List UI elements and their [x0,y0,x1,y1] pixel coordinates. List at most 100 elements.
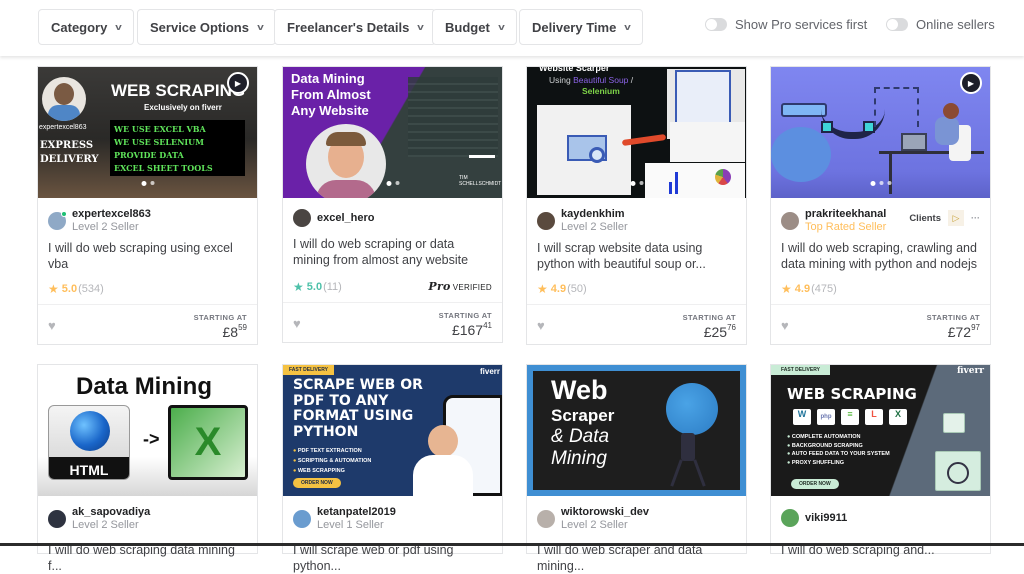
gig-title[interactable]: I will do web scraping, crawling and dat… [771,234,990,276]
seller-name[interactable]: excel_hero [317,212,374,225]
thumb-bullet: EXCEL SHEET TOOLS [114,162,241,175]
toggle-pro-services[interactable]: Show Pro services first [705,17,867,32]
avatar[interactable] [781,509,799,527]
star-icon: ★ [537,282,548,296]
carousel-dots[interactable] [870,181,891,186]
seller-name[interactable]: prakriteekhanal [805,208,886,221]
avatar[interactable] [48,212,66,230]
thumb-heading: Data Mining [76,373,212,401]
gig-card[interactable]: expertexcel863 EXPRESS DELIVERY WEB SCRA… [37,66,258,345]
filter-budget[interactable]: Budgetv [432,9,517,45]
seller-photo [42,77,86,121]
seller-name[interactable]: wiktorowski_dev [561,506,649,519]
gig-card[interactable]: Data Mining From Almost Any Website TIM … [282,66,503,343]
thumb-sub-a: Beautiful Soup [573,75,628,85]
thumb-brand: fiverr [957,366,984,376]
html-label: HTML [49,462,129,478]
seller-info: ketanpatel2019 Level 1 Seller [283,496,502,532]
filter-freelancers-details[interactable]: Freelancer's Detailsv [274,9,436,45]
thumb-bullets: ● COMPLETE AUTOMATION ● BACKGROUND SCRAP… [787,433,890,467]
review-count: (534) [78,283,104,295]
gig-title[interactable]: I will do web scraping data mining f... [38,532,257,574]
seller-name[interactable]: viki9911 [805,512,847,525]
tech-logo-row: W php ≡ L X [793,409,907,425]
avatar[interactable] [781,212,799,230]
starting-at-label: STARTING AT [439,311,492,320]
seller-name[interactable]: ketanpatel2019 [317,506,396,519]
filter-service-options[interactable]: Service Options v [137,9,276,45]
laravel-icon: L [865,409,883,425]
play-video-icon[interactable]: ▶ [960,72,982,94]
thumb-bullet: BACKGROUND SCRAPING [792,443,863,449]
gig-thumbnail[interactable]: ▶ [771,67,990,198]
heart-icon[interactable]: ♥ [537,318,545,333]
gig-card[interactable]: FAST DELIVERY fiverr WEB SCRAPING W php … [770,364,991,554]
gig-thumbnail[interactable]: FAST DELIVERY fiverr SCRAPE WEB OR PDF T… [283,365,502,496]
avatar[interactable] [537,212,555,230]
filter-label: Service Options [150,20,249,35]
gig-thumbnail[interactable]: expertexcel863 EXPRESS DELIVERY WEB SCRA… [38,67,257,198]
gig-thumbnail[interactable]: Data Mining From Almost Any Website TIM … [283,67,502,198]
gig-footer: ♥ STARTING AT £7297 [771,304,990,344]
thumb-heading-line: Web [551,377,608,404]
heart-icon[interactable]: ♥ [48,318,56,333]
gig-card[interactable]: Data Mining HTML -> X ak_sapovadiya Leve… [37,364,258,554]
price-cents: 76 [727,323,736,332]
chevron-down-icon: v [257,22,264,32]
pro-badge-label: VERIFIED [453,283,492,292]
toggle-online-sellers[interactable]: Online sellers [886,17,995,32]
gig-thumbnail[interactable]: Data Mining HTML -> X [38,365,257,496]
seller-name[interactable]: ak_sapovadiya [72,506,150,519]
gig-card[interactable]: FAST DELIVERY fiverr SCRAPE WEB OR PDF T… [282,364,503,554]
gig-thumbnail[interactable]: FAST DELIVERY fiverr WEB SCRAPING W php … [771,365,990,496]
thumb-subheading: Exclusively on fiverr [144,103,222,112]
avatar[interactable] [48,510,66,528]
gig-card[interactable]: Website Scarper Using Beautiful Soup / S… [526,66,747,345]
carousel-dots[interactable] [386,181,399,186]
gig-thumbnail[interactable]: Website Scarper Using Beautiful Soup / S… [527,67,746,198]
online-sellers-switch[interactable] [886,18,908,31]
rating-score: 5.0 [307,281,322,293]
filter-category[interactable]: Categoryv [38,9,134,45]
gig-title[interactable]: I will do web scraping and... [771,530,990,572]
carousel-dots[interactable] [141,181,154,186]
clients-section[interactable]: Clients ▷ ··· [909,210,980,226]
pro-services-switch[interactable] [705,18,727,31]
thumb-bullet: PROVIDE DATA [114,149,241,162]
seller-info: viki9911 [771,496,990,530]
spreadsheet-icon: ≡ [841,409,859,425]
client-logo-icon[interactable]: ▷ [948,210,964,226]
avatar[interactable] [293,209,311,227]
order-now-button: ORDER NOW [791,479,839,489]
globe-icon [70,411,110,451]
gig-thumbnail[interactable]: Web Scraper & Data Mining [527,365,746,496]
avatar[interactable] [537,510,555,528]
gig-card[interactable]: ▶ prakriteekhanal Top Rated Seller Clien… [770,66,991,345]
seller-info: prakriteekhanal Top Rated Seller Clients… [771,198,990,234]
gig-title[interactable]: I will scrape web or pdf using python... [283,532,502,574]
thumb-heading-line: Data Mining [291,71,371,87]
heart-icon[interactable]: ♥ [781,318,789,333]
seller-name[interactable]: expertexcel863 [72,208,151,221]
carousel-dots[interactable] [630,181,643,186]
gig-title[interactable]: I will do web scraping using excel vba [38,234,257,276]
avatar[interactable] [293,510,311,528]
gig-rating: ★ 4.9 (475) [771,276,990,298]
gig-title[interactable]: I will do web scraper and data mining... [527,532,746,574]
seller-info: wiktorowski_dev Level 2 Seller [527,496,746,532]
play-video-icon[interactable]: ▶ [227,72,249,94]
seller-level: Top Rated Seller [805,221,886,234]
seller-info: excel_hero [283,198,502,228]
heart-icon[interactable]: ♥ [293,316,301,331]
gig-title[interactable]: I will do web scraping or data mining fr… [283,228,502,274]
filter-delivery-time[interactable]: Delivery Timev [519,9,643,45]
seller-name[interactable]: kaydenkhim [561,208,628,221]
person-figure [681,433,695,461]
gig-card[interactable]: Web Scraper & Data Mining wiktorowski_de… [526,364,747,554]
order-now-button: ORDER NOW [293,478,341,488]
gig-title[interactable]: I will scrap website data using python w… [527,234,746,276]
thumb-heading-line: PYTHON [293,425,423,441]
person-head [428,425,458,457]
thumb-heading: WEB SCRAPING [111,81,245,101]
more-icon[interactable]: ··· [971,213,980,223]
